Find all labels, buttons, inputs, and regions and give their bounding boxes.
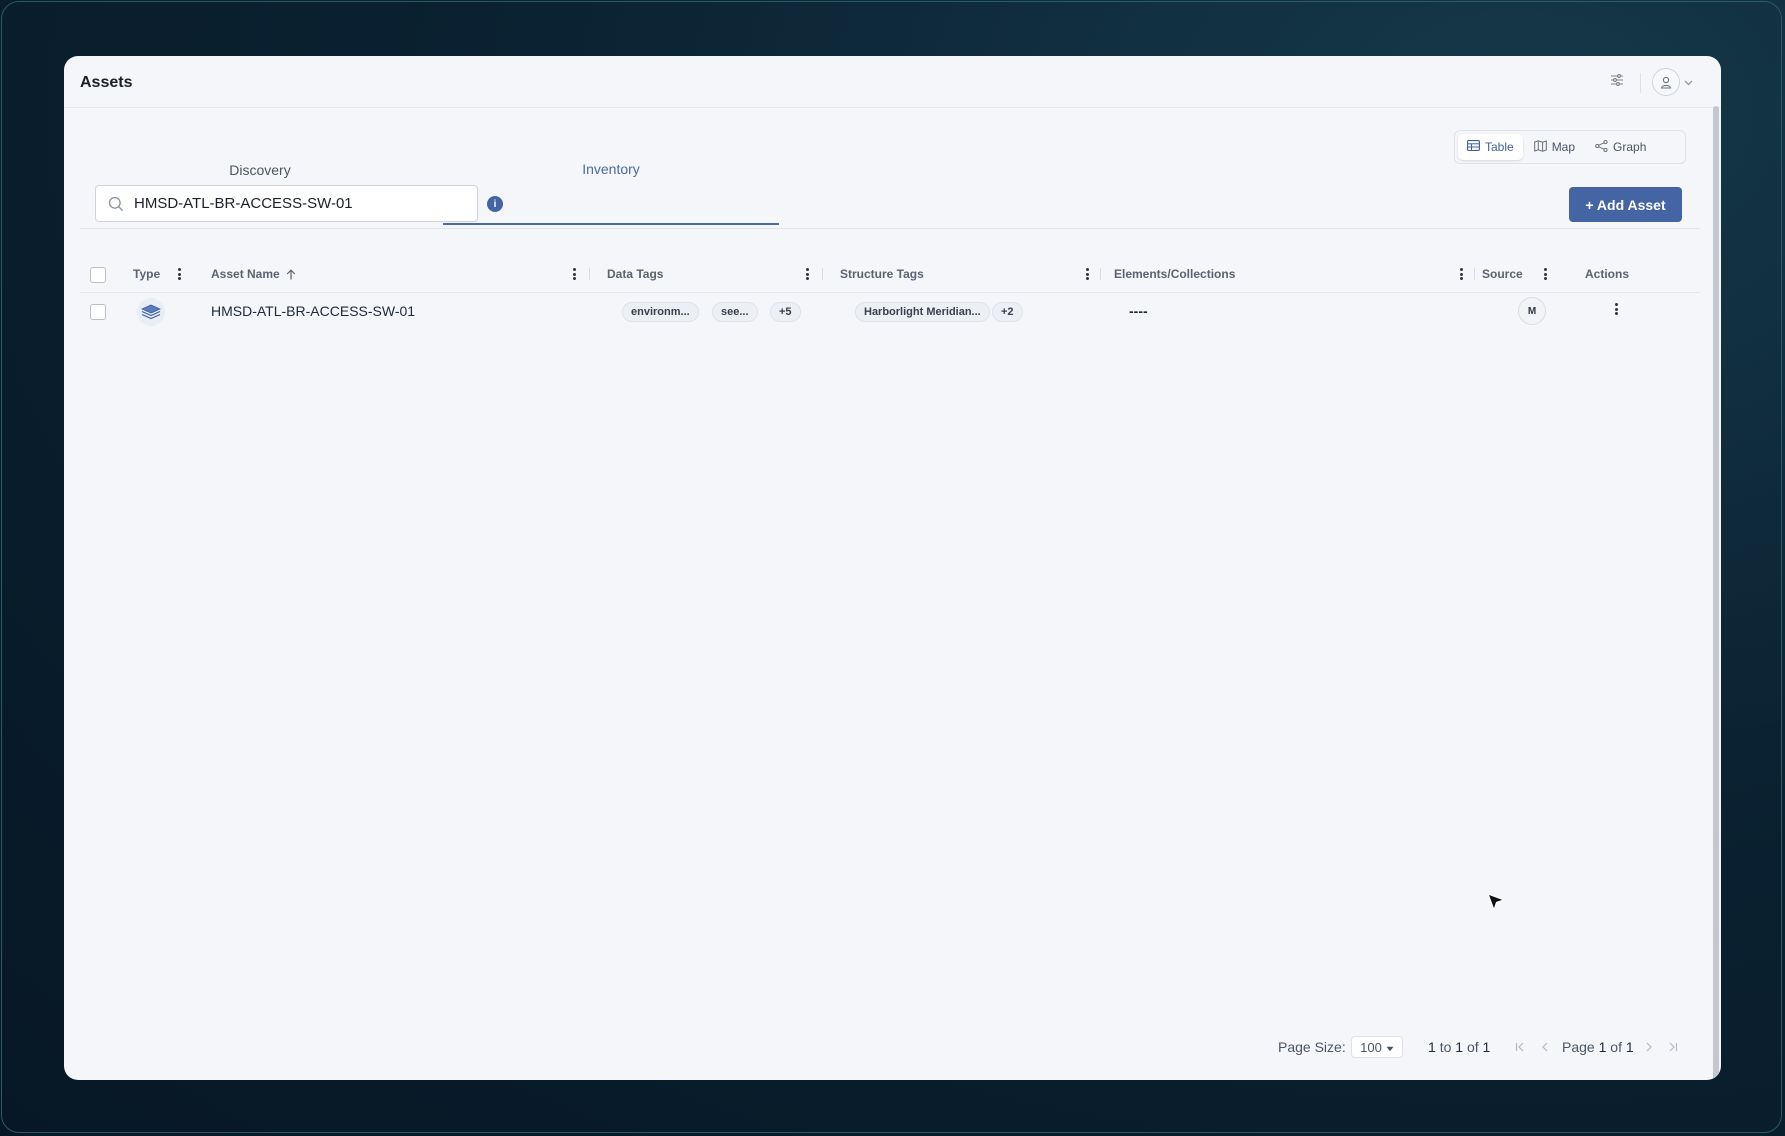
table-icon: [1467, 140, 1480, 154]
table-view-label: Table: [1485, 140, 1514, 154]
page-current: 1: [1598, 1039, 1607, 1055]
graph-view-label: Graph: [1613, 140, 1647, 154]
row-checkbox[interactable]: [90, 304, 106, 320]
type-column-menu-icon[interactable]: [173, 267, 185, 281]
top-bar: Assets: [64, 56, 1721, 108]
map-icon: [1533, 139, 1547, 155]
range-to-label: to: [1439, 1039, 1452, 1055]
first-page-icon[interactable]: [1513, 1040, 1527, 1054]
page-size-value: 100: [1360, 1039, 1382, 1055]
header-asset-name[interactable]: Asset Name: [211, 256, 296, 292]
page-of-label: of: [1610, 1039, 1622, 1055]
table-header: Type Asset Name Data Tags Structure Tags…: [80, 256, 1700, 293]
data-tags-column-menu-icon[interactable]: [801, 267, 813, 281]
share-graph-icon: [1595, 139, 1608, 155]
filter-settings-button[interactable]: [1605, 70, 1629, 94]
table-row[interactable]: HMSD-ATL-BR-ACCESS-SW-01 environm... see…: [80, 293, 1700, 329]
header-asset-name-label: Asset Name: [211, 267, 280, 281]
map-view-button[interactable]: Map: [1525, 134, 1584, 160]
page-indicator: Page 1 of 1: [1562, 1032, 1634, 1062]
structure-tags-more-chip[interactable]: +2: [992, 302, 1023, 322]
map-view-label: Map: [1551, 140, 1576, 154]
row-actions-menu-icon[interactable]: [1610, 302, 1622, 316]
add-asset-button[interactable]: + Add Asset: [1569, 187, 1682, 222]
graph-view-button[interactable]: Graph: [1586, 134, 1655, 160]
header-source[interactable]: Source: [1482, 256, 1523, 292]
info-icon[interactable]: i: [487, 196, 503, 212]
header-data-tags[interactable]: Data Tags: [607, 256, 663, 292]
sort-ascending-icon: [286, 268, 296, 280]
row-range-text: 1 to 1 of 1: [1428, 1032, 1490, 1062]
elements-column-menu-icon[interactable]: [1455, 267, 1467, 281]
page-size-select[interactable]: 100: [1351, 1036, 1403, 1058]
source-column-menu-icon[interactable]: [1539, 267, 1551, 281]
search-box: [95, 185, 478, 222]
pagination-bar: Page Size: 100 1 to 1 of 1 Page 1 of 1: [64, 1032, 1714, 1062]
next-page-icon[interactable]: [1642, 1040, 1656, 1054]
chevron-down-icon: [1684, 73, 1693, 91]
header-actions: Actions: [1585, 267, 1630, 281]
page-size-label: Page Size:: [1278, 1039, 1346, 1055]
last-page-icon[interactable]: [1666, 1040, 1680, 1054]
range-of-label: of: [1466, 1039, 1479, 1055]
range-from: 1: [1428, 1039, 1436, 1055]
page-label: Page: [1562, 1039, 1595, 1055]
range-total: 1: [1482, 1039, 1491, 1055]
assets-window: Assets Discovery Inventory Table Map Gra…: [64, 56, 1721, 1080]
page-title: Assets: [80, 74, 133, 91]
sliders-icon: [1610, 73, 1624, 91]
previous-page-icon[interactable]: [1538, 1040, 1552, 1054]
page-total: 1: [1625, 1039, 1634, 1055]
range-to: 1: [1455, 1039, 1464, 1055]
search-input[interactable]: [132, 194, 456, 213]
topbar-divider: [1640, 73, 1641, 93]
source-badge: M: [1518, 297, 1546, 325]
asset-name-column-menu-icon[interactable]: [568, 267, 580, 281]
header-elements-collections[interactable]: Elements/Collections: [1114, 256, 1235, 292]
tabs-divider: [80, 228, 1700, 229]
header-structure-tags[interactable]: Structure Tags: [840, 256, 924, 292]
mouse-pointer-icon: [1485, 891, 1507, 918]
data-tag-chip[interactable]: environm...: [622, 302, 699, 322]
table-view-button[interactable]: Table: [1458, 134, 1523, 160]
column-separator: [1474, 268, 1475, 280]
switch-stack-icon: [137, 298, 165, 326]
vertical-scrollbar[interactable]: [1713, 106, 1719, 1080]
search-icon: [108, 196, 124, 212]
data-tag-chip[interactable]: see...: [712, 302, 758, 322]
elements-collections-cell: ----: [1129, 303, 1148, 319]
caret-down-icon: [1386, 1040, 1394, 1055]
structure-tags-column-menu-icon[interactable]: [1081, 267, 1093, 281]
header-type[interactable]: Type: [133, 256, 160, 292]
asset-name-cell[interactable]: HMSD-ATL-BR-ACCESS-SW-01: [211, 293, 415, 329]
select-all-checkbox[interactable]: [90, 267, 106, 283]
column-separator: [589, 268, 590, 280]
column-separator: [1100, 268, 1101, 280]
data-tags-more-chip[interactable]: +5: [770, 302, 801, 322]
column-separator: [822, 268, 823, 280]
structure-tag-chip[interactable]: Harborlight Meridian...: [855, 302, 990, 322]
user-menu-button[interactable]: [1652, 68, 1712, 96]
view-toggle: Table Map Graph: [1454, 130, 1686, 164]
user-icon: [1652, 68, 1680, 96]
